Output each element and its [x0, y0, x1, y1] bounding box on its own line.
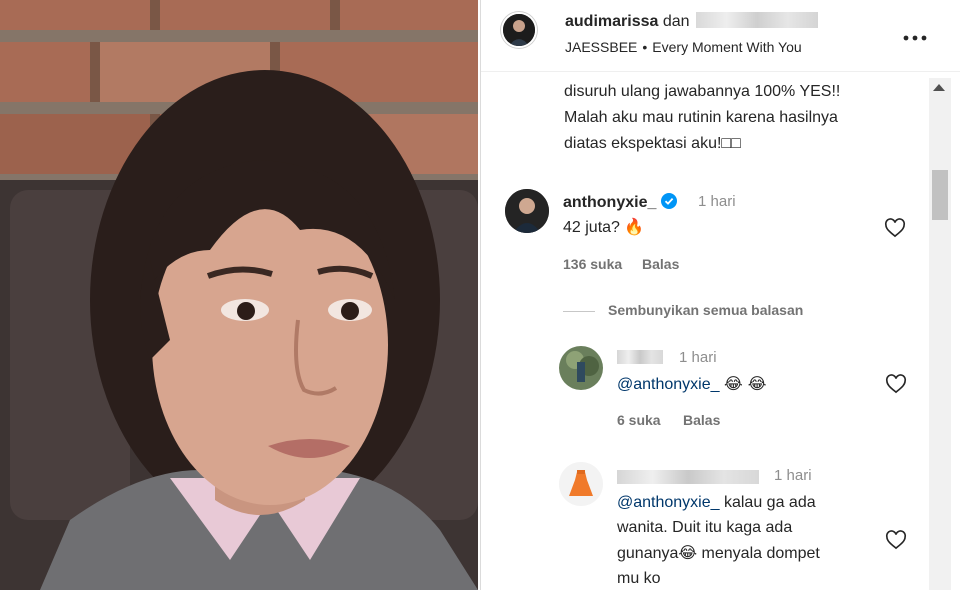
author-connector: dan — [662, 13, 690, 30]
comment-body: 42 juta? — [563, 219, 620, 236]
author-avatar-image — [503, 14, 535, 46]
comment-reply-button[interactable]: Balas — [642, 256, 679, 272]
caption-line: diatas ekspektasi aku!□□ — [564, 135, 741, 152]
commenter-avatar[interactable] — [505, 189, 549, 233]
reply-text-line: gunanya😂 menyala dompet — [617, 540, 887, 566]
reply-time: 1 hari — [679, 349, 717, 366]
laughing-emoji: 😂 😂 — [723, 374, 767, 393]
caption-line: disuruh ulang jawabannya 100% YES!! — [564, 83, 841, 100]
reply-avatar-image — [559, 462, 603, 506]
comment-likes[interactable]: 136 suka — [563, 256, 622, 272]
comment-text: 42 juta? 🔥 — [563, 214, 644, 240]
more-horizontal-icon — [903, 35, 927, 41]
reply-text: @anthonyxie_ kalau ga ada wanita. Duit i… — [617, 490, 887, 590]
audio-artist-link[interactable]: JAESSBEE — [565, 39, 637, 55]
reply-mention[interactable]: @anthonyxie_ — [617, 376, 720, 393]
replies-divider — [563, 311, 595, 312]
post-photo — [0, 0, 478, 590]
reply-body: kalau ga ada — [719, 494, 816, 511]
reply-avatar-image — [559, 346, 603, 390]
hide-replies-button[interactable]: Sembunyikan semua balasan — [608, 302, 803, 318]
comments-panel: audimarissa dan JAESSBEE • Every Moment Wi… — [480, 0, 960, 590]
scroll-thumb[interactable] — [932, 170, 948, 220]
audio-title-link[interactable]: Every Moment With You — [652, 39, 801, 55]
comment-time: 1 hari — [698, 193, 736, 210]
header-subtitle: JAESSBEE • Every Moment With You — [565, 39, 802, 55]
reply-text: @anthonyxie_ 😂 😂 — [617, 371, 766, 397]
reply-mention[interactable]: @anthonyxie_ — [617, 494, 720, 511]
reply-avatar[interactable] — [559, 346, 603, 390]
reply-body: gunanya — [617, 545, 679, 562]
reply-likes[interactable]: 6 suka — [617, 412, 661, 428]
laughing-emoji: 😂 — [678, 543, 698, 562]
reply-text-line: mu ko — [617, 570, 661, 587]
comment-username[interactable]: anthonyxie_ — [563, 194, 656, 211]
like-heart-icon[interactable] — [884, 218, 906, 238]
reply-text-line: wanita. Duit itu kaga ada — [617, 519, 793, 536]
scroll-up-arrow-icon[interactable] — [933, 84, 945, 91]
scrollbar[interactable] — [929, 78, 951, 590]
reply-body: menyala dompet — [697, 545, 820, 562]
like-heart-icon[interactable] — [885, 374, 907, 394]
like-heart-icon[interactable] — [885, 530, 907, 550]
redacted-collaborator — [695, 12, 818, 28]
redacted-reply-username — [617, 350, 663, 364]
reply-avatar[interactable] — [559, 462, 603, 506]
more-options-button[interactable] — [903, 22, 927, 48]
author-username[interactable]: audimarissa — [565, 13, 658, 30]
fire-emoji: 🔥 — [624, 217, 645, 236]
author-avatar[interactable] — [501, 12, 537, 48]
comment-header: anthonyxie_ — [563, 193, 678, 212]
subtitle-separator: • — [642, 39, 648, 55]
header-usernames: audimarissa dan — [565, 12, 818, 31]
commenter-avatar-image — [505, 189, 549, 233]
verified-badge-icon — [661, 193, 678, 209]
reply-reply-button[interactable]: Balas — [683, 412, 720, 428]
reply-text-line: @anthonyxie_ kalau ga ada — [617, 490, 887, 515]
reply-time: 1 hari — [774, 467, 812, 484]
selfie-image — [0, 0, 478, 590]
redacted-reply-username — [617, 470, 759, 484]
caption-line: Malah aku mau rutinin karena hasilnya — [564, 109, 838, 126]
post-header: audimarissa dan JAESSBEE • Every Moment Wi… — [481, 0, 960, 72]
caption-text: disuruh ulang jawabannya 100% YES!! Mala… — [564, 79, 904, 157]
